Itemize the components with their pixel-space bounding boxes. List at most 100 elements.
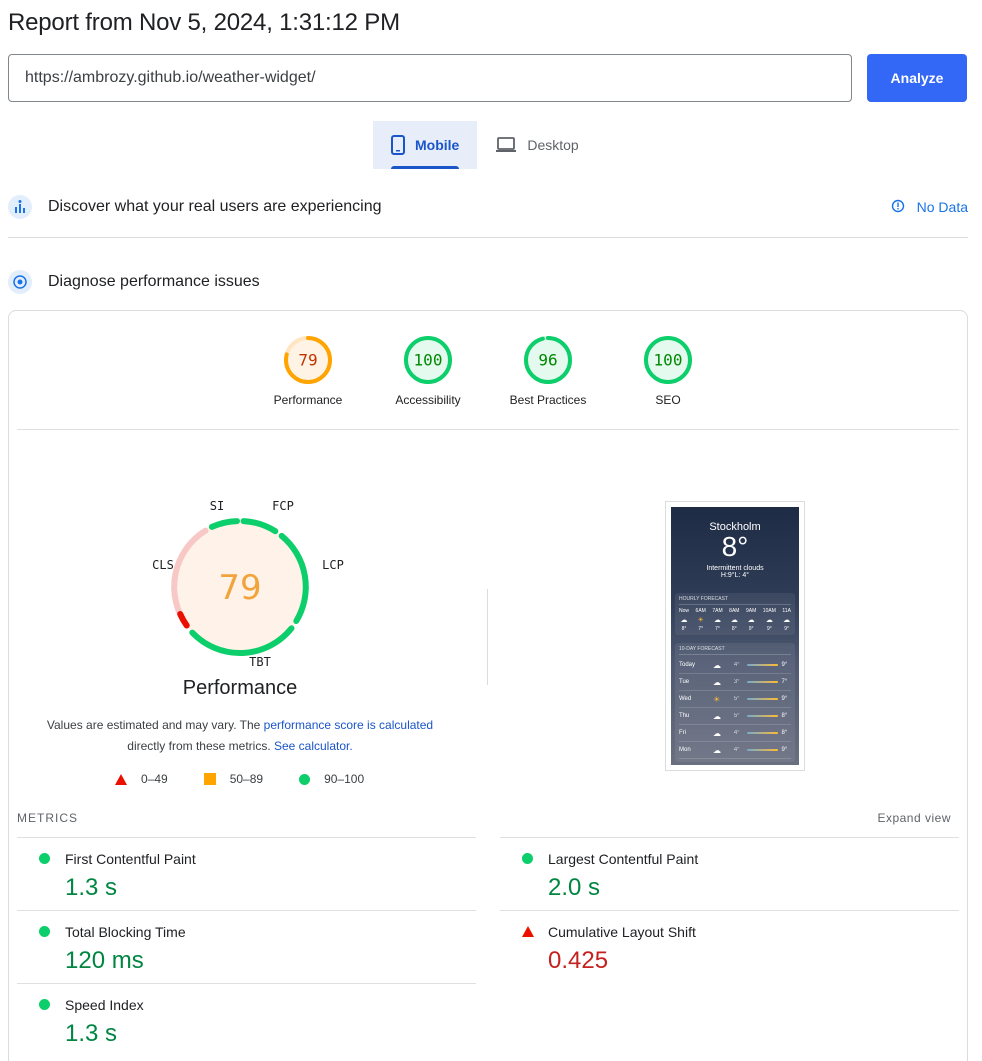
performance-score: 79 [218,568,261,608]
ss-hour: 11A ☁ 9° [782,608,791,632]
ss-daily: 10-DAY FORECAST Today ☁ 4° 9° Tue ☁ 3° 7° Wed ☀ 5°… [675,643,795,762]
gauge-best-practices-label: Best Practices [509,393,587,407]
ss-day-row: Mon ☁ 4° 9° [679,742,791,759]
ss-day-low: 5° [733,713,740,719]
gauge-seo-label: SEO [655,393,681,407]
ss-day-range-bar [747,749,778,751]
cloud-icon: ☁ [730,617,738,624]
metric-lcp-value: 2.0 s [548,874,601,901]
ss-hours: Now ☁ 8° 6AM ☀ 7° 7AM ☁ 7° 8AM ☁ 8° 9AM ☁ 9° 10AM ☁ 9° 11A… [679,608,791,632]
ss-hour-temp: 7° [715,626,720,632]
ss-day-range-bar [747,732,778,734]
cloud-icon: ☁ [713,728,722,738]
ss-day-row: Thu ☁ 5° 8° [679,708,791,725]
ss-day-low: 4° [733,662,740,668]
ss-hour: 9AM ☁ 9° [746,608,756,632]
gauge-accessibility[interactable]: 100 Accessibility [368,335,488,407]
metric-si-value: 1.3 s [65,1020,118,1047]
ss-hour: 8AM ☁ 8° [729,608,739,632]
desc-text-2: directly from these metrics. [127,739,274,753]
gauge-best-practices[interactable]: 96 Best Practices [488,335,608,407]
ss-condition: Intermittent clouds [706,565,764,572]
label-lcp: LCP [322,558,344,572]
ss-day-high: 8° [781,730,788,736]
gauge-seo-ring: 100 [644,336,692,384]
sun-icon: ☀ [697,617,704,624]
fail-triangle-icon [522,926,534,937]
legend-average: 50–89 [203,772,264,786]
legend-average-range: 50–89 [229,772,264,786]
ss-hour-temp: 8° [681,626,687,632]
ss-day-low: 4° [733,730,740,736]
cloud-icon: ☁ [783,617,791,624]
report-card: 79 Performance 100 Accessibility 96 Best… [8,310,968,1061]
ss-day-name: Fri [679,730,686,736]
real-users-section: Discover what your real users are experi… [8,187,968,227]
info-icon [891,199,905,216]
ss-days: Today ☁ 4° 9° Tue ☁ 3° 7° Wed ☀ 5° 9° Thu ☁ 5° 8° Fri ☁ 4°… [679,657,791,759]
metrics-header: METRICS Expand view [17,811,951,825]
pass-circle-icon [299,773,311,785]
ss-day-row: Today ☁ 4° 9° [679,657,791,674]
ss-hour: 10AM ☁ 9° [763,608,776,632]
performance-description: Values are estimated and may vary. The p… [39,715,441,757]
ss-hour: Now ☁ 8° [679,608,689,632]
expand-view-button[interactable]: Expand view [877,811,951,825]
url-input[interactable] [8,54,852,102]
screenshot-image: Stockholm 8° Intermittent clouds H:9°L: … [671,507,799,765]
gauge-seo[interactable]: 100 SEO [608,335,728,407]
ss-day-name: Tue [679,679,690,685]
see-calculator-link[interactable]: See calculator. [274,739,353,753]
ss-day-high: 9° [781,747,788,753]
ss-day-row: Wed ☀ 5° 9° [679,691,791,708]
legend-pass-range: 90–100 [324,772,365,786]
final-screenshot[interactable]: Stockholm 8° Intermittent clouds H:9°L: … [665,501,805,771]
tab-mobile[interactable]: Mobile [373,121,478,169]
metric-tbt: Total Blocking Time 120 ms [17,910,476,983]
no-data-link[interactable]: No Data [891,199,968,216]
gauge-seo-value: 100 [654,351,683,370]
pass-dot-icon [39,926,50,937]
metric-lcp-name: Largest Contentful Paint [548,851,699,867]
metric-si: Speed Index 1.3 s [17,983,476,1056]
device-tabs: Mobile Desktop [373,121,597,169]
ss-day-name: Mon [679,747,691,753]
diagnose-section: Diagnose performance issues [8,262,968,302]
vertical-divider [487,589,488,685]
ss-day-high: 7° [781,679,788,685]
page-title: Report from Nov 5, 2024, 1:31:12 PM [8,9,400,36]
score-calculated-link[interactable]: performance score is calculated [264,718,433,732]
ss-hour-temp: 7° [698,626,704,632]
gauge-performance-label: Performance [273,393,343,407]
pass-dot-icon [522,853,533,864]
no-data-label: No Data [916,199,968,215]
ss-daily-title: 10-DAY FORECAST [679,646,791,655]
ss-hour-temp: 8° [731,626,737,632]
ss-day-name: Wed [679,696,692,702]
cloud-icon: ☁ [713,711,722,721]
ss-day-range-bar [747,698,778,700]
cloud-icon: ☁ [714,617,721,624]
label-cls: CLS [152,558,174,572]
cloud-icon: ☁ [713,677,722,687]
cloud-icon: ☁ [765,617,773,624]
cloud-icon: ☁ [713,660,722,670]
ss-day-range-bar [747,664,778,666]
tab-desktop[interactable]: Desktop [477,121,596,169]
performance-title: Performance [182,677,298,699]
score-legend: 0–49 50–89 90–100 [115,772,364,786]
gauge-performance[interactable]: 79 Performance [248,335,368,407]
legend-fail-range: 0–49 [141,772,168,786]
ss-hour-time: 7AM [712,608,723,614]
gauge-performance-value: 79 [298,351,317,370]
analyze-button[interactable]: Analyze [867,54,967,102]
cloud-icon: ☁ [713,745,722,755]
card-divider [17,429,959,430]
tab-mobile-label: Mobile [415,137,460,153]
ss-hour-time: 8AM [729,608,740,614]
metric-tbt-name: Total Blocking Time [65,924,186,940]
metrics-heading: METRICS [17,811,78,825]
metric-lcp: Largest Contentful Paint 2.0 s [500,837,959,910]
gauge-accessibility-ring: 100 [404,336,452,384]
metric-tbt-value: 120 ms [65,947,144,974]
